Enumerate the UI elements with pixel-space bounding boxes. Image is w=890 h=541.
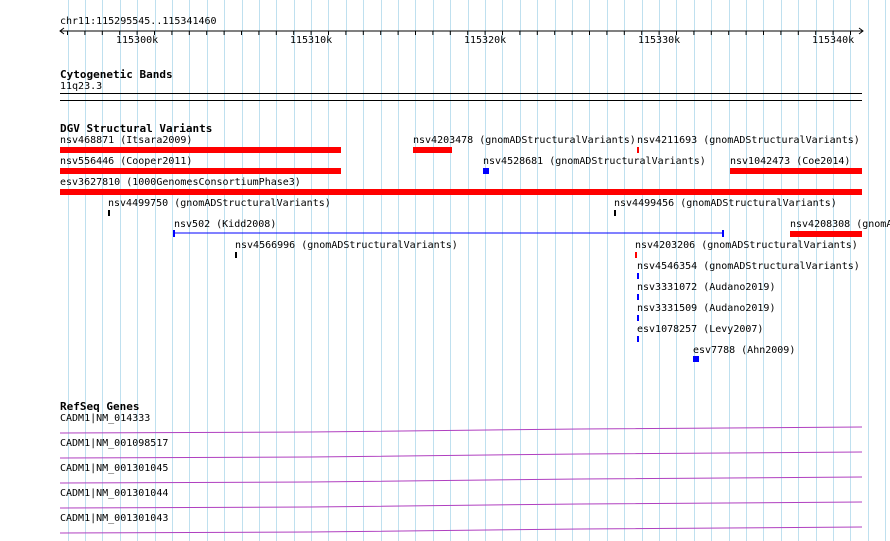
cytoband-glyph-top[interactable] [60,93,862,94]
ruler-tick-label: 115300k [116,35,159,46]
ruler-tick-label: 115310k [290,35,333,46]
variant-label: nsv4546354 (gnomADStructuralVariants) [637,261,860,272]
dgv-track-title[interactable]: DGV Structural Variants [60,122,212,135]
variant-label: nsv4203206 (gnomADStructuralVariants) [635,240,858,251]
variant-label: nsv468871 (Itsara2009) [60,135,193,146]
variant-span-line[interactable] [173,229,725,238]
variant-marker[interactable] [614,210,616,216]
variant-label: esv7788 (Ahn2009) [693,345,796,356]
variant-marker[interactable] [637,147,639,153]
variant-label: nsv4528681 (gnomADStructuralVariants) [483,156,706,167]
cytobands-track-title[interactable]: Cytogenetic Bands [60,68,173,81]
variant-label: nsv4203478 (gnomADStructuralVariants) [413,135,636,146]
variant-label: nsv4566996 (gnomADStructuralVariants) [235,240,458,251]
gene-model[interactable] [60,471,862,485]
variant-label: esv3627810 (1000GenomesConsortiumPhase3) [60,177,301,188]
grid-line [868,0,869,541]
gene-model[interactable] [60,521,862,535]
variant-marker[interactable] [637,315,639,321]
variant-bar[interactable] [413,147,452,153]
gene-model[interactable] [60,446,862,460]
variant-label: nsv3331072 (Audano2019) [637,282,776,293]
variant-bar[interactable] [730,168,862,174]
variant-bar[interactable] [790,231,862,237]
ruler-tick-label: 115330k [638,35,681,46]
variant-marker[interactable] [235,252,237,258]
variant-marker[interactable] [635,252,637,258]
variant-label: nsv1042473 (Coe2014) [730,156,851,167]
variant-label: esv1078257 (Levy2007) [637,324,764,335]
genome-browser-view[interactable]: chr11:115295545..115341460 115300k 11531… [0,0,890,541]
variant-marker[interactable] [108,210,110,216]
variant-bar[interactable] [60,147,341,153]
variant-marker[interactable] [637,336,639,342]
grid-line [885,0,886,541]
variant-label: nsv4499456 (gnomADStructuralVariants) [614,198,837,209]
variant-label: nsv4211693 (gnomADStructuralVariants) [637,135,860,146]
variant-label: nsv4499750 (gnomADStructuralVariants) [108,198,331,209]
variant-label: nsv3331509 (Audano2019) [637,303,776,314]
gene-model[interactable] [60,496,862,510]
refseq-track-title[interactable]: RefSeq Genes [60,400,139,413]
ruler-tick-label: 115340k [812,35,855,46]
ruler-axis[interactable] [58,26,866,40]
gene-model[interactable] [60,421,862,435]
variant-label: nsv556446 (Cooper2011) [60,156,193,167]
variant-marker[interactable] [483,168,489,174]
variant-label: nsv4208308 (gnomADStructuralVariants) [790,219,890,230]
ruler-tick-label: 115320k [464,35,507,46]
cytoband-label: 11q23.3 [60,81,103,92]
variant-bar[interactable] [60,189,862,195]
variant-marker[interactable] [693,356,699,362]
variant-bar[interactable] [60,168,341,174]
variant-marker[interactable] [637,294,639,300]
cytoband-glyph-bottom[interactable] [60,100,862,101]
variant-marker[interactable] [637,273,639,279]
